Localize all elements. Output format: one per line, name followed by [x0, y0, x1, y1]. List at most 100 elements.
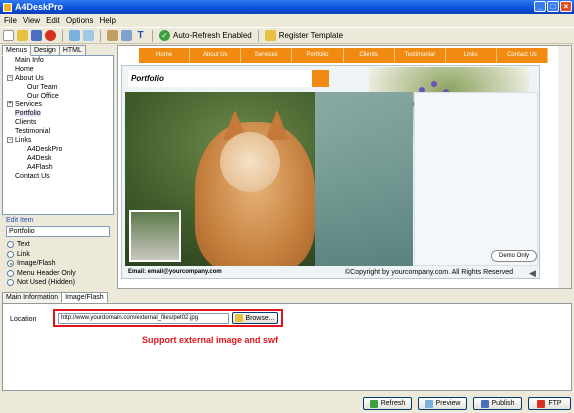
tab-menus[interactable]: Menus	[2, 45, 32, 56]
radio-button[interactable]	[7, 250, 14, 258]
site-page-title: Portfolio	[128, 70, 312, 87]
preview-scrollbar[interactable]	[558, 46, 571, 288]
radio-label: Text	[17, 241, 30, 248]
menu-help[interactable]: Help	[99, 16, 115, 25]
site-nav-item[interactable]: Testimonial	[395, 48, 446, 63]
tree-item[interactable]: Testimonial	[3, 127, 113, 136]
site-nav-item[interactable]: Home	[139, 48, 191, 63]
expand-toggle-icon[interactable]: −	[7, 74, 13, 81]
demo-only-button[interactable]: Demo Only	[491, 250, 537, 262]
site-nav-item[interactable]: Links	[446, 48, 497, 63]
ftp-button[interactable]: FTP	[528, 397, 571, 410]
auto-refresh-button[interactable]: ✓ Auto-Refresh Enabled	[159, 30, 252, 41]
toolbar: T ✓ Auto-Refresh Enabled Register Templa…	[0, 27, 574, 44]
site-nav-item[interactable]: Services	[241, 48, 293, 63]
edit-item-input[interactable]: Portfolio	[6, 226, 110, 237]
dog-photo	[125, 92, 413, 266]
site-nav-item[interactable]: Contact Us	[497, 48, 548, 63]
radio-label: Not Used (Hidden)	[17, 279, 75, 286]
preview-button[interactable]: Preview	[418, 397, 467, 410]
radio-button[interactable]	[7, 260, 14, 267]
tree-item[interactable]: A4Flash	[3, 163, 113, 172]
speaker-icon[interactable]: ◀	[529, 268, 536, 279]
tree-item-label: Main Info	[15, 57, 44, 64]
tree-item[interactable]: Our Team	[3, 83, 113, 92]
site-body: Portfolio Demo Only Email: email@yourcom…	[121, 65, 540, 279]
tree-item[interactable]: − About Us	[3, 74, 113, 83]
tree-item[interactable]: A4DeskPro	[3, 145, 113, 154]
tree-item-label: Portfolio	[15, 110, 41, 118]
menu-file[interactable]: File	[4, 16, 17, 25]
zoom-icon[interactable]	[83, 30, 94, 41]
check-icon: ✓	[159, 30, 170, 41]
menu-options[interactable]: Options	[66, 16, 94, 25]
accent-square	[312, 70, 329, 87]
refresh-button[interactable]: Refresh	[363, 397, 412, 410]
menu-bar: File View Edit Options Help	[0, 14, 574, 26]
title-bar: A4DeskPro _ □ ×	[0, 0, 574, 14]
site-nav-item[interactable]: About Us	[190, 48, 242, 63]
open-icon[interactable]	[17, 30, 28, 41]
location-input[interactable]: http://www.yourdomain.com/external_files…	[58, 313, 229, 324]
image-flash-panel: Location http://www.yourdomain.com/exter…	[2, 303, 572, 391]
tree-item-label: Services	[15, 101, 42, 109]
tree-item-label: A4DeskPro	[27, 145, 63, 153]
expand-toggle-icon[interactable]: −	[7, 137, 13, 144]
tree-item-label: Our Team	[27, 83, 58, 91]
site-email: Email: email@yourcompany.com	[128, 269, 222, 275]
tree-item-label: About Us	[15, 74, 44, 82]
browse-button[interactable]: Browse...	[232, 312, 278, 324]
radio-label: Link	[17, 250, 30, 258]
tree-item[interactable]: Contact Us	[3, 172, 113, 181]
register-template-button[interactable]: Register Template	[264, 30, 343, 41]
expand-toggle-icon[interactable]: +	[7, 101, 13, 108]
radio-option[interactable]: Text	[7, 241, 30, 248]
tree-item[interactable]: Main Info	[3, 56, 113, 65]
text-icon[interactable]: T	[135, 30, 146, 41]
tree-item-label: Testimonial	[15, 128, 51, 136]
radio-option[interactable]: Not Used (Hidden)	[7, 279, 75, 286]
edit-item-label: Edit Item	[6, 217, 34, 224]
tree-item[interactable]: Our Office	[3, 92, 113, 101]
radio-option[interactable]: Menu Header Only	[7, 269, 76, 277]
tree-item[interactable]: − Links	[3, 136, 113, 145]
image-icon[interactable]	[121, 30, 132, 41]
annotation-text: Support external image and swf	[142, 335, 279, 345]
tree-item[interactable]: A4Desk	[3, 154, 113, 163]
radio-button[interactable]	[7, 269, 14, 277]
delete-icon[interactable]	[45, 30, 56, 41]
tree-item[interactable]: Portfolio	[3, 109, 113, 118]
folder-icon	[235, 314, 244, 322]
tab-main-information[interactable]: Main Information	[2, 292, 63, 303]
tree-item-label: Links	[15, 137, 32, 145]
location-label: Location	[10, 316, 37, 323]
radio-option[interactable]: Image/Flash	[7, 260, 56, 267]
tree-item[interactable]: + Services	[3, 100, 113, 109]
radio-option[interactable]: Link	[7, 250, 30, 258]
ftp-icon	[537, 399, 546, 408]
tree-item[interactable]: Clients	[3, 118, 113, 127]
folder-icon[interactable]	[107, 30, 118, 41]
close-button[interactable]: ×	[560, 1, 572, 12]
save-icon[interactable]	[31, 30, 42, 41]
preview-icon	[424, 399, 433, 408]
minimize-button[interactable]: _	[534, 1, 546, 12]
search-icon[interactable]	[69, 30, 80, 41]
tree-item-label: A4Flash	[27, 163, 53, 171]
preview-pane[interactable]: Home About Us Services Portfolio Clients Test…	[117, 45, 572, 289]
radio-label: Image/Flash	[17, 260, 56, 267]
publish-button[interactable]: Publish	[473, 397, 522, 410]
new-icon[interactable]	[3, 30, 14, 41]
side-column	[414, 92, 538, 266]
tree-item[interactable]: Home	[3, 65, 113, 74]
site-nav-item[interactable]: Portfolio	[292, 48, 344, 63]
radio-button[interactable]	[7, 279, 14, 286]
menu-edit[interactable]: Edit	[46, 16, 60, 25]
tab-image-flash[interactable]: Image/Flash	[61, 292, 108, 303]
site-nav-item[interactable]: Clients	[344, 48, 395, 63]
maximize-button[interactable]: □	[547, 1, 559, 12]
tree-item-label: A4Desk	[27, 154, 52, 162]
publish-icon	[480, 399, 489, 408]
radio-button[interactable]	[7, 241, 14, 248]
menu-view[interactable]: View	[23, 16, 40, 25]
